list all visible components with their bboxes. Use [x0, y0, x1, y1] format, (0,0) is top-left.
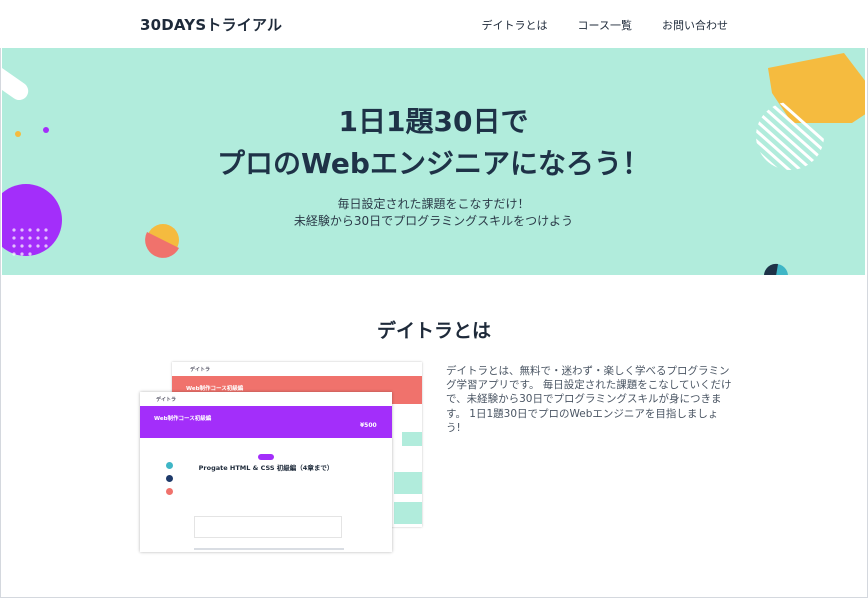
lesson-box — [194, 516, 342, 538]
about-description: デイトラとは、無料で・迷わず・楽しく学べるプログラミング学習アプリです。 毎日設… — [446, 365, 732, 434]
twitter-icon — [166, 462, 173, 469]
hero-subtitle-line2: 未経験から30日でプログラミングスキルをつけよう — [293, 214, 574, 228]
nav-item-about[interactable]: デイトラとは — [482, 17, 548, 33]
back-logo: デイトラ — [190, 367, 211, 373]
white-pill-shape — [2, 57, 29, 101]
share-icon — [166, 488, 173, 495]
hero-title-line2: プロのWebエンジニアになろう！ — [217, 147, 650, 180]
back-banner-text: Web制作コース初級編 — [186, 386, 244, 392]
hero-section: 1日1題30日で プロのWebエンジニアになろう！ 毎日設定された課題をこなすだ… — [2, 48, 865, 275]
price-text: ¥500 — [360, 422, 377, 429]
site-logo[interactable]: 30DAYSトライアル — [140, 14, 282, 35]
front-logo: デイトラ — [156, 397, 177, 403]
lesson-title: Progate HTML & CSS 初級編（4章まで） — [198, 464, 334, 472]
site-header: 30DAYSトライアル デイトラとは コース一覧 お問い合わせ — [0, 0, 868, 48]
about-title: デイトラとは — [376, 320, 491, 342]
lesson-badge — [258, 454, 274, 460]
main-nav: デイトラとは コース一覧 お問い合わせ — [482, 17, 728, 33]
nav-item-contact[interactable]: お問い合わせ — [662, 17, 728, 33]
nav-item-courses[interactable]: コース一覧 — [578, 17, 632, 33]
facebook-icon — [166, 475, 173, 482]
app-screenshot-image: デイトラ Web制作コース初級編 デイトラ Web制作コース初級編 ¥500 P… — [140, 362, 422, 552]
small-split-circle-shape — [764, 263, 788, 275]
front-banner-text: Web制作コース初級編 — [154, 416, 212, 422]
hero-subtitle-line1: 毎日設定された課題をこなすだけ！ — [337, 197, 530, 211]
front-banner: Web制作コース初級編 ¥500 — [140, 406, 392, 438]
split-circle-shape — [145, 224, 179, 258]
hero-title-line1: 1日1題30日で — [338, 105, 529, 138]
front-screenshot: デイトラ Web制作コース初級編 ¥500 Progate HTML & CSS… — [140, 392, 392, 552]
